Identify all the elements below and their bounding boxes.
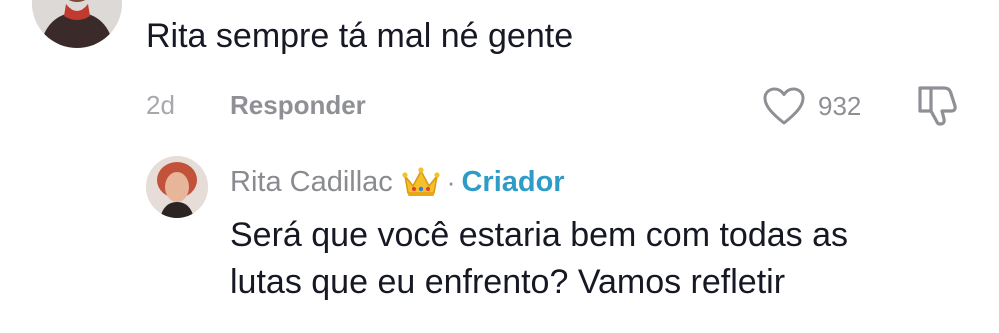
reply-header: Rita Cadillac · Criador [230,160,565,204]
thumbs-down-icon [914,82,962,128]
dislike-button[interactable] [914,82,962,133]
heart-outline-icon [762,86,806,126]
crown-emoji-icon [401,166,441,198]
reply-author-name[interactable]: Rita Cadillac [230,166,393,199]
like-button[interactable]: 932 [762,84,861,128]
reply-text-line-1: Será que você estaria bem com todas as [230,216,848,254]
comment-timestamp: 2d [146,90,175,120]
commenter-avatar[interactable] [32,0,122,48]
creator-avatar-image [146,156,208,218]
commenter-avatar-image [32,0,122,48]
creator-avatar[interactable] [146,156,208,218]
reply-text: Será que você estaria bem com todas as l… [230,212,990,306]
reply-button[interactable]: Responder [230,88,366,122]
like-count: 932 [818,90,862,121]
reply-text-line-2: lutas que eu enfrento? Vamos refletir [230,263,786,301]
separator-dot: · [446,166,456,197]
creator-badge: Criador [461,165,565,198]
comment-text: Rita sempre tá mal né gente [146,17,574,55]
